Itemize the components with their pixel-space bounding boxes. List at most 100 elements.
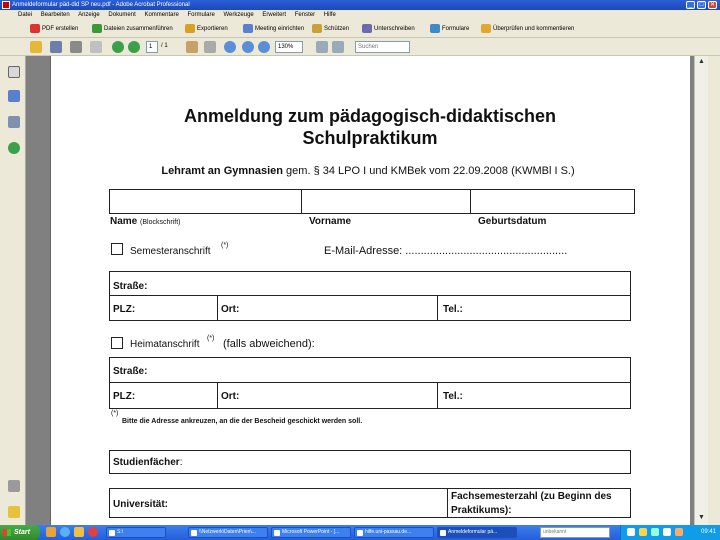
menu-dokument[interactable]: Dokument xyxy=(108,12,135,18)
task-network-folder[interactable]: \\Netzwerk\Daten\Prien\... xyxy=(188,527,268,538)
open-icon[interactable] xyxy=(30,41,42,53)
clock[interactable]: 09:41 xyxy=(701,525,716,540)
sign-button[interactable]: Unterschreiben xyxy=(362,24,415,34)
pages-icon[interactable] xyxy=(8,66,20,78)
fit-width-icon[interactable] xyxy=(332,41,344,53)
ort-label-2: Ort: xyxy=(221,391,239,402)
studienfaecher-box[interactable] xyxy=(109,450,631,474)
volume-icon[interactable] xyxy=(663,528,671,536)
document-title-line1: Anmeldung zum pädagogisch-didaktischen xyxy=(183,106,557,126)
attachments-icon[interactable] xyxy=(8,480,20,492)
name-row-box[interactable] xyxy=(109,189,635,214)
start-label: Start xyxy=(14,529,30,536)
export-label: Exportieren xyxy=(197,26,228,33)
combine-icon xyxy=(92,24,102,33)
create-pdf-button[interactable]: PDF erstellen xyxy=(30,24,78,34)
tray-icon[interactable] xyxy=(651,528,659,536)
search-input[interactable]: Suchen xyxy=(355,41,410,53)
menu-anzeige[interactable]: Anzeige xyxy=(78,12,100,18)
export-button[interactable]: Exportieren xyxy=(185,24,228,34)
prev-page-icon[interactable] xyxy=(112,41,124,53)
signatures-icon[interactable] xyxy=(8,116,20,128)
zoom-in-icon[interactable] xyxy=(224,41,236,53)
task-acrobat[interactable]: Anmeldeformular pä... xyxy=(437,527,517,538)
menu-erweitert[interactable]: Erweitert xyxy=(262,12,286,18)
divider xyxy=(109,295,631,296)
heimatanschrift-checkbox[interactable] xyxy=(111,337,123,349)
semesteranschrift-label: Semesteranschrift xyxy=(130,246,211,257)
tray-icon[interactable] xyxy=(627,528,635,536)
vertical-scrollbar[interactable]: ▲ ▼ xyxy=(694,56,708,525)
plz-label-1: PLZ: xyxy=(113,304,135,315)
menu-formulare[interactable]: Formulare xyxy=(187,12,214,18)
select-tool-icon[interactable] xyxy=(204,41,216,53)
folder-icon[interactable] xyxy=(74,527,84,537)
studienfaecher-label: Studienfächer: xyxy=(113,457,182,468)
bookmarks-icon[interactable] xyxy=(8,90,20,102)
hand-tool-icon[interactable] xyxy=(186,41,198,53)
tray-icon[interactable] xyxy=(675,528,683,536)
menu-werkzeuge[interactable]: Werkzeuge xyxy=(224,12,254,18)
scroll-down-icon[interactable]: ▼ xyxy=(698,514,705,521)
semester-address-box[interactable] xyxy=(109,271,631,321)
tray-icon[interactable] xyxy=(639,528,647,536)
task-label: S:\ xyxy=(117,529,124,535)
lock-icon xyxy=(312,24,322,33)
export-icon xyxy=(185,24,195,33)
document-subtitle: Lehramt an Gymnasien gem. § 34 LPO I und… xyxy=(118,165,618,177)
comments-icon[interactable] xyxy=(8,506,20,518)
fit-page-icon[interactable] xyxy=(316,41,328,53)
strasse-label-2: Straße: xyxy=(113,366,147,377)
divider xyxy=(447,488,448,518)
save-icon[interactable] xyxy=(50,41,62,53)
page-number-input[interactable]: 1 xyxy=(146,41,158,53)
home-address-box[interactable] xyxy=(109,357,631,409)
studienfaecher-label-text: Studienfächer xyxy=(113,457,180,468)
taskbar-search-input[interactable]: unbekannt xyxy=(540,527,610,538)
minimize-button[interactable]: _ xyxy=(686,1,695,9)
tel-label-2-text: Tel.: xyxy=(443,391,463,402)
task-powerpoint[interactable]: Microsoft PowerPoint - [... xyxy=(271,527,351,538)
semesteranschrift-star: (*) xyxy=(221,242,229,249)
scroll-up-icon[interactable]: ▲ xyxy=(698,58,705,65)
menu-kommentare[interactable]: Kommentare xyxy=(144,12,178,18)
review-button[interactable]: Überprüfen und kommentieren xyxy=(481,24,574,34)
geburtsdatum-label: Geburtsdatum xyxy=(478,216,546,227)
next-page-icon[interactable] xyxy=(128,41,140,53)
zoom-level-input[interactable]: 130% xyxy=(275,41,303,53)
menu-bar: Datei Bearbeiten Anzeige Dokument Kommen… xyxy=(0,10,720,20)
maximize-button[interactable]: □ xyxy=(697,1,706,9)
email-icon[interactable] xyxy=(90,41,102,53)
menu-hilfe[interactable]: Hilfe xyxy=(324,12,336,18)
ort-label-1: Ort: xyxy=(221,304,239,315)
close-button[interactable]: ✕ xyxy=(708,1,717,9)
print-icon[interactable] xyxy=(70,41,82,53)
zoom-minus-icon[interactable] xyxy=(258,41,270,53)
acrobat-icon xyxy=(2,1,10,9)
forms-button[interactable]: Formulare xyxy=(430,24,469,34)
browser-icon[interactable] xyxy=(60,527,70,537)
menu-datei[interactable]: Datei xyxy=(18,12,32,18)
fachsemester-line2: Praktikums): xyxy=(451,505,512,516)
plz-label-2: PLZ: xyxy=(113,391,135,402)
system-tray: 09:41 xyxy=(620,525,720,540)
task-browser[interactable]: hilfe.uni-passau.de... xyxy=(354,527,434,538)
meeting-button[interactable]: Meeting einrichten xyxy=(243,24,304,34)
media-icon[interactable] xyxy=(88,527,98,537)
zoom-out-icon[interactable] xyxy=(242,41,254,53)
help-icon[interactable] xyxy=(8,142,20,154)
task-explorer[interactable]: S:\ xyxy=(106,527,166,538)
secure-button[interactable]: Schützen xyxy=(312,24,349,34)
navigation-panel xyxy=(0,56,26,525)
quicklaunch-icon[interactable] xyxy=(46,527,56,537)
menu-bearbeiten[interactable]: Bearbeiten xyxy=(41,12,70,18)
document-title-line2: Schulpraktikum xyxy=(302,128,438,148)
combine-files-button[interactable]: Dateien zusammenführen xyxy=(92,24,173,34)
start-button[interactable]: Start xyxy=(0,525,40,540)
menu-fenster[interactable]: Fenster xyxy=(295,12,315,18)
plz-label-1-text: PLZ: xyxy=(113,304,136,315)
folder-icon xyxy=(109,530,115,536)
sign-label: Unterschreiben xyxy=(374,26,415,33)
heimat-suffix: (falls abweichend): xyxy=(223,338,315,350)
semesteranschrift-checkbox[interactable] xyxy=(111,243,123,255)
